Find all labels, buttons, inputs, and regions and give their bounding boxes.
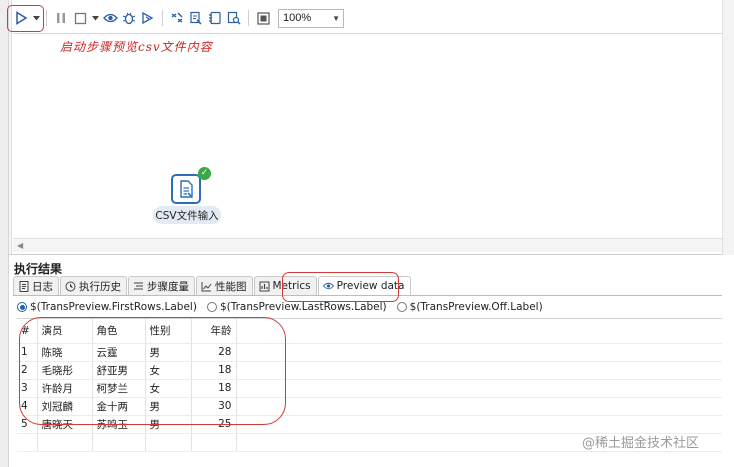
canvas-vertical-scrollbar[interactable] [722, 0, 734, 255]
scroll-left-icon[interactable]: ◀ [17, 241, 23, 250]
chevron-down-icon: ▼ [332, 13, 340, 23]
history-icon [65, 281, 76, 292]
tab-performance[interactable]: 性能图 [196, 276, 253, 295]
tab-label: 性能图 [215, 280, 247, 293]
tab-history[interactable]: 执行历史 [60, 276, 127, 295]
table-cell-empty [37, 433, 93, 452]
preview-tab-highlight [282, 272, 399, 302]
transformation-toolbar: 100% ▼ [13, 6, 722, 30]
table-cell-empty [145, 433, 192, 452]
radio-indicator[interactable] [206, 302, 217, 312]
tab-log[interactable]: 日志 [13, 276, 59, 295]
left-rail-inner [9, 0, 12, 255]
metrics-icon [259, 281, 270, 292]
tab-label: 执行历史 [79, 280, 121, 293]
canvas-horizontal-scrollbar[interactable]: ◀ [13, 238, 722, 252]
pentaho-spoon-window: 100% ▼ 启动步骤预览csv文件内容 ✓ CSV文件输入 ◀ 执行结果 日志 [0, 0, 734, 467]
column-filler [236, 319, 722, 344]
toolbar-separator [162, 10, 163, 26]
csv-file-icon [180, 180, 193, 198]
sql-icon[interactable] [207, 10, 223, 26]
replay-icon[interactable] [140, 10, 156, 26]
toolbar-divider [13, 33, 722, 34]
toolbar-separator [248, 10, 249, 26]
stop-dropdown-icon[interactable] [91, 10, 99, 26]
radio-label: $(TransPreview.LastRows.Label) [219, 301, 387, 313]
preview-mode-radios: $(TransPreview.FirstRows.Label) $(TransP… [17, 299, 722, 315]
run-button-highlight [7, 5, 44, 32]
table-cell-empty [236, 397, 722, 416]
left-rail [0, 0, 9, 467]
log-icon [18, 280, 29, 292]
pause-icon[interactable] [53, 10, 69, 26]
watermark: @稀土掘金技术社区 [582, 436, 700, 451]
table-cell-empty [236, 379, 722, 398]
results-panel-title: 执行结果 [14, 262, 63, 276]
pane-splitter[interactable] [9, 254, 722, 255]
verify-icon[interactable] [169, 10, 185, 26]
step-label: CSV文件输入 [153, 206, 221, 224]
table-highlight [19, 317, 286, 425]
table-cell-empty [236, 343, 722, 362]
radio-last-rows[interactable]: $(TransPreview.LastRows.Label) [206, 301, 387, 313]
stop-icon[interactable] [72, 10, 88, 26]
radio-off[interactable]: $(TransPreview.Off.Label) [396, 301, 543, 313]
tab-label: 步骤度量 [147, 280, 189, 293]
zoom-value: 100% [283, 12, 312, 24]
zoom-select[interactable]: 100% ▼ [278, 8, 344, 28]
tab-label: 日志 [32, 280, 53, 293]
table-cell-empty [236, 415, 722, 434]
radio-indicator[interactable] [396, 302, 407, 312]
radio-label: $(TransPreview.Off.Label) [409, 301, 543, 313]
table-cell-empty [17, 433, 38, 452]
run-note-annotation: 启动步骤预览csv文件内容 [60, 40, 213, 54]
toolbar-separator [46, 10, 47, 26]
performance-chart-icon [201, 281, 212, 292]
table-cell-empty [92, 433, 146, 452]
show-results-icon[interactable] [255, 10, 271, 26]
tab-step-metrics[interactable]: 步骤度量 [128, 276, 195, 295]
table-cell-empty [191, 433, 237, 452]
analyze-icon[interactable] [188, 10, 204, 26]
debug-icon[interactable] [121, 10, 137, 26]
radio-label: $(TransPreview.FirstRows.Label) [30, 301, 197, 313]
csv-input-step[interactable] [171, 174, 201, 204]
radio-indicator[interactable] [17, 302, 27, 312]
radio-first-rows[interactable]: $(TransPreview.FirstRows.Label) [17, 301, 197, 313]
table-cell-empty [236, 361, 722, 380]
step-metrics-icon [133, 281, 144, 292]
success-check-icon: ✓ [198, 167, 211, 180]
explore-db-icon[interactable] [226, 10, 242, 26]
preview-icon[interactable] [102, 10, 118, 26]
